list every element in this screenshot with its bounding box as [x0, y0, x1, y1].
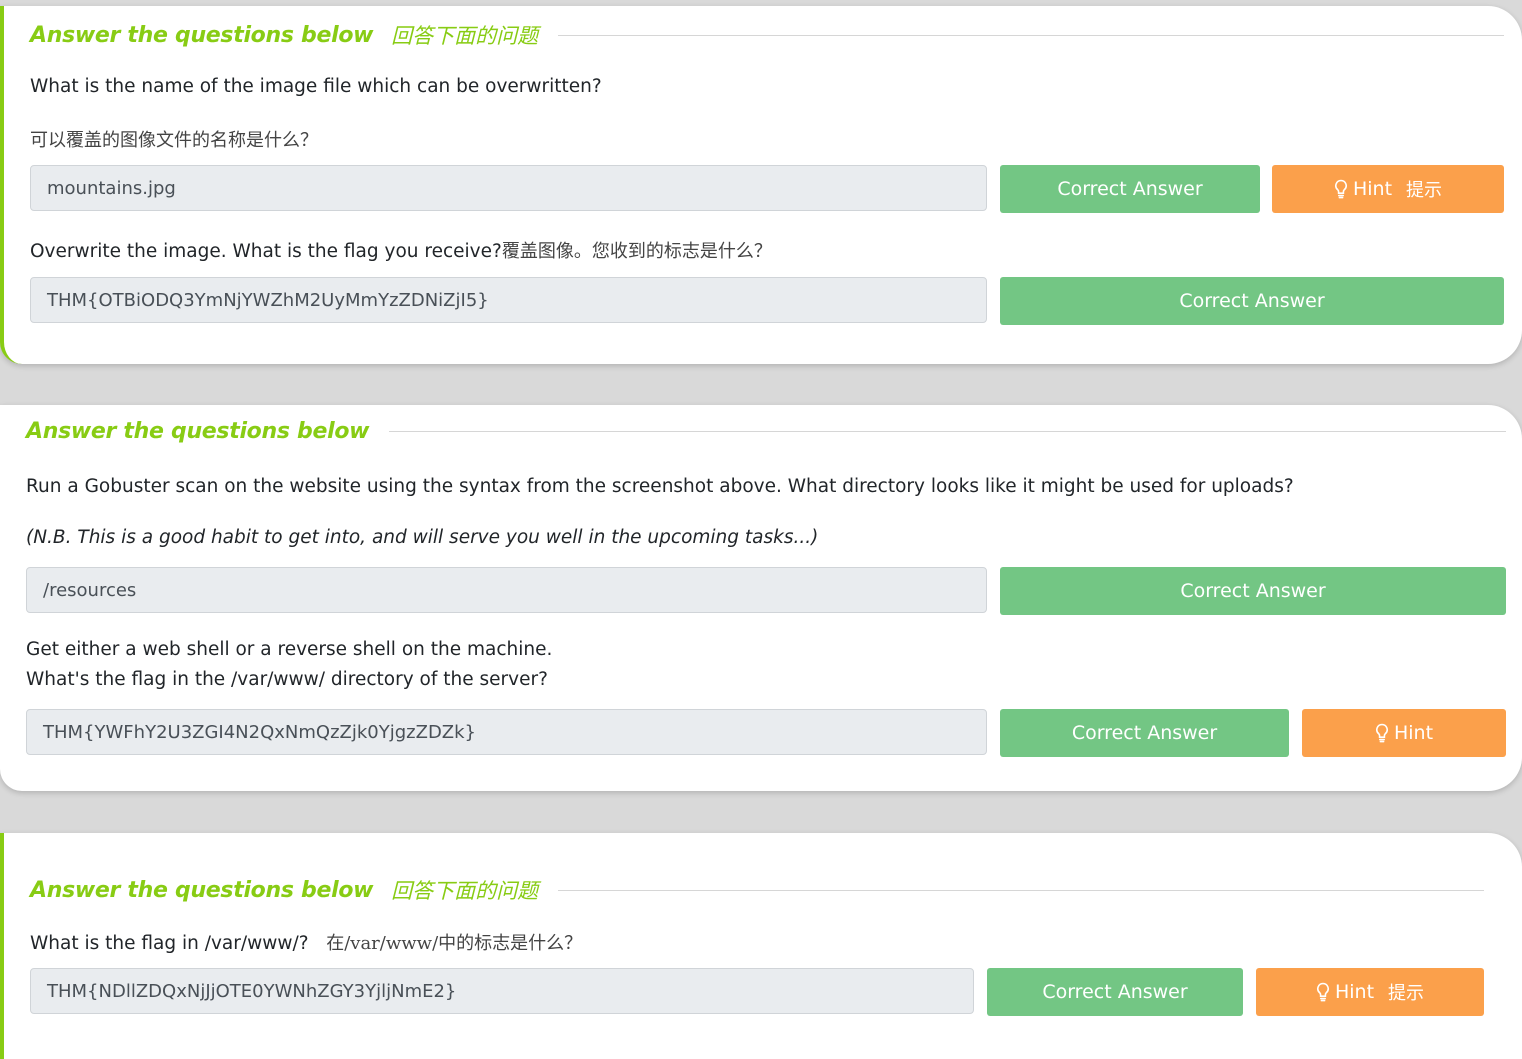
answer-input-1[interactable]: mountains.jpg [30, 165, 987, 211]
section-title: Answer the questions below [30, 22, 374, 48]
hint-label: Hint [1393, 722, 1434, 744]
correct-answer-button[interactable]: Correct Answer [1000, 567, 1506, 615]
section-title-cn: 回答下面的问题 [391, 24, 539, 48]
question-1-text: Run a Gobuster scan on the website using… [26, 476, 1294, 497]
header-divider [558, 889, 1484, 891]
hint-button[interactable]: Hint 提示 [1272, 165, 1504, 213]
answer-input-1[interactable]: /resources [26, 567, 987, 613]
section-title: Answer the questions below [30, 877, 374, 903]
question-1-note: (N.B. This is a good habit to get into, … [26, 527, 819, 548]
hint-button[interactable]: Hint [1302, 709, 1506, 757]
question-2-text-line2: What's the flag in the /var/www/ directo… [26, 669, 548, 690]
question-1-text-cn: 可以覆盖的图像文件的名称是什么？ [30, 130, 318, 151]
question-card-2: Answer the questions below Run a Gobuste… [0, 405, 1522, 791]
hint-label: Hint [1352, 178, 1393, 200]
question-2-text-line1: Get either a web shell or a reverse shel… [26, 639, 553, 660]
hint-button[interactable]: Hint 提示 [1256, 968, 1484, 1016]
lightbulb-icon [1335, 179, 1347, 199]
answer-input-1[interactable]: THM{NDllZDQxNjJjOTE0YWNhZGY3YjljNmE2} [30, 968, 974, 1014]
answer-input-2[interactable]: THM{YWFhY2U3ZGI4N2QxNmQzZjk0YjgzZDZk} [26, 709, 987, 755]
hint-label-cn: 提示 [1406, 180, 1443, 201]
hint-label-cn: 提示 [1388, 983, 1425, 1004]
question-1-text: What is the flag in /var/www/? 在/var/www… [30, 933, 583, 954]
lightbulb-icon [1376, 723, 1388, 743]
correct-answer-button[interactable]: Correct Answer [1000, 277, 1504, 325]
question-1-text: What is the name of the image file which… [30, 76, 602, 97]
correct-answer-button[interactable]: Correct Answer [987, 968, 1243, 1016]
lightbulb-icon [1317, 982, 1329, 1002]
section-title-cn: 回答下面的问题 [391, 879, 539, 903]
section-header: Answer the questions below [26, 419, 1506, 444]
correct-answer-button[interactable]: Correct Answer [1000, 165, 1260, 213]
section-header: Answer the questions below 回答下面的问题 [30, 20, 1504, 50]
question-card-3: Answer the questions below 回答下面的问题 What … [0, 833, 1522, 1059]
header-divider [389, 431, 1506, 432]
question-2-text: Overwrite the image. What is the flag yo… [30, 241, 772, 262]
correct-answer-button[interactable]: Correct Answer [1000, 709, 1289, 757]
header-divider [558, 34, 1504, 36]
answer-input-2[interactable]: THM{OTBiODQ3YmNjYWZhM2UyMmYzZDNiZjI5} [30, 277, 987, 323]
hint-label: Hint [1334, 981, 1375, 1003]
section-header: Answer the questions below 回答下面的问题 [30, 875, 1484, 905]
question-card-1: Answer the questions below 回答下面的问题 What … [0, 6, 1522, 364]
section-title: Answer the questions below [26, 419, 370, 444]
